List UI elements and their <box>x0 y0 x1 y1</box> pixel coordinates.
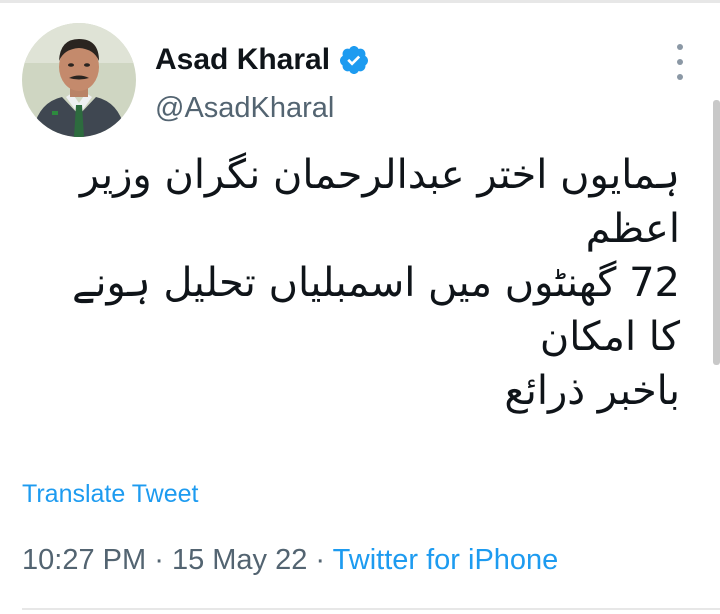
top-divider <box>0 0 720 3</box>
tweet-source-link[interactable]: Twitter for iPhone <box>333 544 559 576</box>
avatar[interactable] <box>22 23 136 137</box>
translate-tweet-link[interactable]: Translate Tweet <box>22 480 198 509</box>
tweet-text-line: 72 گھنٹوں میں اسمبلیاں تحلیل ہونے <box>71 260 680 306</box>
author-display-name[interactable]: Asad Kharal <box>155 43 330 77</box>
scrollbar[interactable] <box>713 100 720 365</box>
tweet-time[interactable]: 10:27 PM <box>22 544 146 576</box>
author-handle[interactable]: @AsadKharal <box>155 92 334 125</box>
bottom-divider <box>22 608 720 610</box>
tweet-text: ہمایوں اختر عبدالرحمان نگران وزیر اعظم 7… <box>20 148 680 418</box>
tweet-text-line: ہمایوں اختر عبدالرحمان نگران وزیر <box>79 152 680 198</box>
author-name-row[interactable]: Asad Kharal <box>155 40 370 80</box>
tweet-text-line: اعظم <box>585 206 680 252</box>
tweet-text-line: کا امکان <box>539 314 680 360</box>
more-vertical-icon[interactable] <box>668 44 692 80</box>
tweet-meta: 10:27 PM · 15 May 22 · Twitter for iPhon… <box>22 544 558 577</box>
meta-separator: · <box>315 544 326 576</box>
tweet-date[interactable]: 15 May 22 <box>172 544 307 576</box>
verified-badge-icon <box>338 44 370 76</box>
meta-separator: · <box>154 544 164 576</box>
tweet-text-line: باخبر ذرائع <box>504 368 680 414</box>
